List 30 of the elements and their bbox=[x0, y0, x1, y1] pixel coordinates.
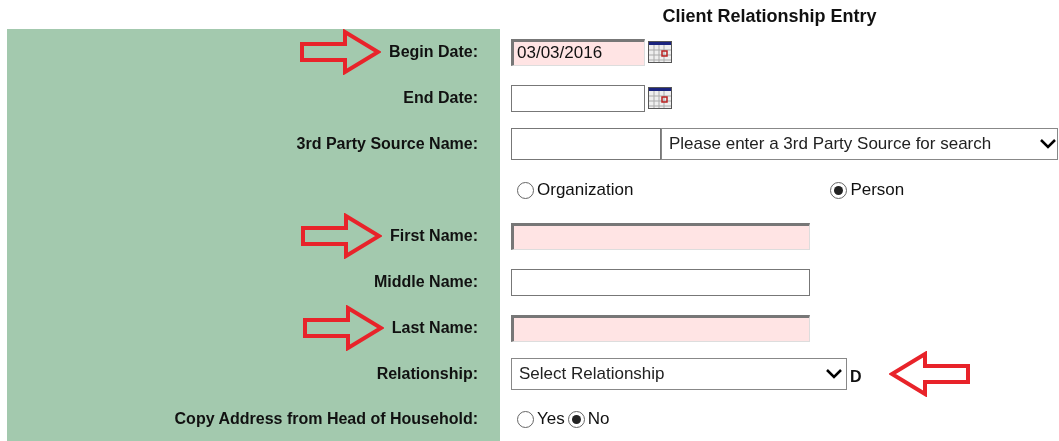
radio-button[interactable] bbox=[517, 181, 534, 199]
field-label: Last Name: bbox=[391, 319, 478, 337]
field-label: Middle Name: bbox=[374, 273, 478, 291]
field-label: Begin Date: bbox=[389, 43, 478, 61]
radio-button[interactable] bbox=[830, 181, 848, 199]
radio-label[interactable]: Yes bbox=[537, 409, 565, 429]
input-field[interactable] bbox=[511, 128, 661, 160]
input-field[interactable]: 03/03/2016 bbox=[511, 38, 645, 66]
radio-label[interactable]: Person bbox=[850, 180, 905, 200]
chevron-icon[interactable] bbox=[825, 368, 843, 380]
radio-label[interactable]: No bbox=[587, 409, 610, 429]
input-field[interactable] bbox=[511, 84, 645, 112]
input-field[interactable] bbox=[511, 222, 810, 250]
field-label: End Date: bbox=[403, 89, 478, 107]
calendar-icon[interactable] bbox=[648, 41, 672, 63]
field-label: Relationship: bbox=[376, 365, 478, 383]
dropdown[interactable]: Please enter a 3rd Party Source for search bbox=[661, 128, 1058, 160]
input-field[interactable] bbox=[511, 314, 810, 342]
field-label: Copy Address from Head of Household: bbox=[174, 410, 478, 428]
radio-button[interactable] bbox=[517, 410, 534, 428]
input-field[interactable] bbox=[511, 268, 810, 296]
dropdown[interactable]: Select Relationship bbox=[511, 358, 847, 390]
radio-button[interactable] bbox=[567, 410, 585, 428]
calendar-icon[interactable] bbox=[648, 87, 672, 109]
chevron-icon[interactable] bbox=[1039, 138, 1057, 150]
form-title: Client Relationship Entry bbox=[662, 6, 877, 27]
field-note: D bbox=[850, 368, 862, 386]
field-label: 3rd Party Source Name: bbox=[296, 135, 478, 153]
radio-label[interactable]: Organization bbox=[537, 180, 634, 200]
field-label: First Name: bbox=[389, 227, 478, 245]
